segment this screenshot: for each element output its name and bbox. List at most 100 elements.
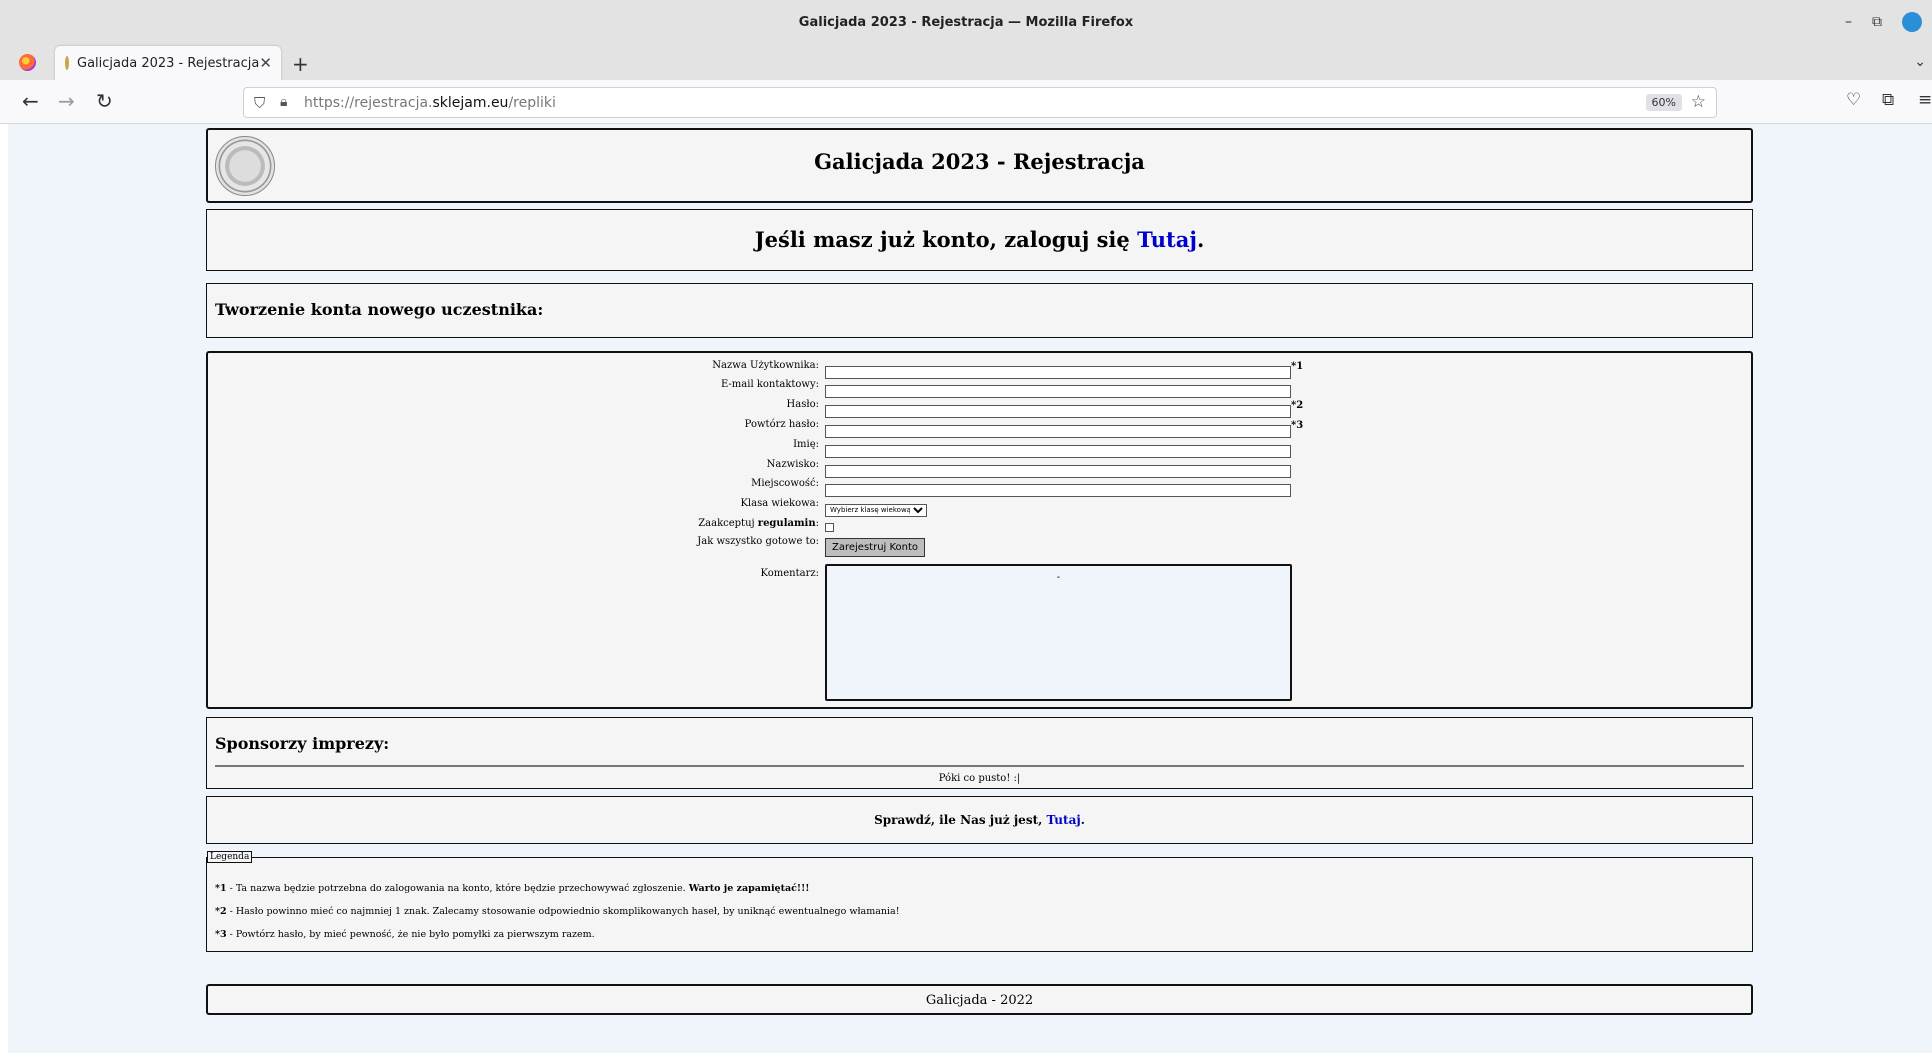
accept-rules-checkbox[interactable] <box>825 523 834 532</box>
header-section: Galicjada 2023 - Rejestracja <box>206 128 1753 203</box>
lastname-row: Nazwisko: <box>208 457 1751 478</box>
navigation-toolbar: ← → ↻ ⛉ 🔒︎ https://rejestracja.sklejam.e… <box>0 80 1932 124</box>
lock-icon[interactable]: 🔒︎ <box>280 94 287 110</box>
url-text[interactable]: https://rejestracja.sklejam.eu/repliki <box>304 95 556 111</box>
accept-rules-suffix: : <box>815 518 819 529</box>
tab-title: Galicjada 2023 - Rejestracja <box>77 55 260 71</box>
forward-arrow-icon[interactable]: → <box>58 90 75 112</box>
participant-count-prompt: Sprawdź, ile Nas już jest, <box>874 813 1047 827</box>
create-account-section: Tworzenie konta nowego uczestnika: <box>206 283 1753 338</box>
participant-count-link[interactable]: Tutaj <box>1046 813 1080 827</box>
legend-item-mark: *1 <box>215 883 227 894</box>
city-input[interactable] <box>825 483 1291 497</box>
url-path: /repliki <box>508 95 556 111</box>
username-label: Nazwa Użytkownika: <box>712 360 819 371</box>
sponsors-section: Sponsorzy imprezy: Póki co pusto! :| <box>206 717 1753 789</box>
window-title: Galicjada 2023 - Rejestracja — Mozilla F… <box>798 15 1134 30</box>
lastname-label: Nazwisko: <box>766 459 819 470</box>
sponsors-title: Sponsorzy imprezy: <box>215 734 390 753</box>
legend-item-mark: *2 <box>215 906 227 917</box>
legend-item: *2 - Hasło powinno mieć co najmniej 1 zn… <box>215 906 900 917</box>
tab-close-icon[interactable]: ✕ <box>259 54 272 72</box>
menu-icon[interactable]: ≡ <box>1918 90 1932 110</box>
login-prompt: Jeśli masz już konto, zaloguj się <box>754 227 1138 252</box>
city-row: Miejscowość: <box>208 476 1751 497</box>
submit-row: Jak wszystko gotowe to: Zarejestruj Kont… <box>208 534 1751 557</box>
username-row: Nazwa Użytkownika: *1 <box>208 358 1751 379</box>
comment-label: Komentarz: <box>760 568 819 579</box>
extensions-icon[interactable]: ⧉ <box>1882 90 1894 110</box>
url-bar[interactable]: ⛉ 🔒︎ https://rejestracja.sklejam.eu/repl… <box>243 87 1717 118</box>
login-suffix: . <box>1196 227 1205 252</box>
age-class-select[interactable]: Wybierz klasę wiekową <box>825 503 927 517</box>
login-section: Jeśli masz już konto, zaloguj się Tutaj. <box>206 209 1753 271</box>
participant-count-text: Sprawdź, ile Nas już jest, Tutaj. <box>207 813 1752 827</box>
password-input[interactable] <box>825 404 1291 418</box>
password-label: Hasło: <box>786 399 819 410</box>
comment-value: - <box>1056 572 1061 583</box>
password-row: Hasło: *2 <box>208 397 1751 418</box>
password-repeat-input[interactable] <box>825 424 1291 438</box>
login-link[interactable]: Tutaj <box>1137 227 1197 252</box>
age-class-row: Klasa wiekowa: Wybierz klasę wiekową <box>208 496 1751 517</box>
back-arrow-icon[interactable]: ← <box>22 90 39 112</box>
legend-item-text: - Hasło powinno mieć co najmniej 1 znak.… <box>226 906 900 917</box>
firefox-view-icon[interactable] <box>19 54 36 71</box>
register-account-button[interactable]: Zarejestruj Konto <box>825 538 926 557</box>
ready-label: Jak wszystko gotowe to: <box>697 536 819 547</box>
legend-title: Legenda <box>207 851 253 863</box>
reload-icon[interactable]: ↻ <box>96 90 113 112</box>
login-text: Jeśli masz już konto, zaloguj się Tutaj. <box>207 227 1752 252</box>
email-input[interactable] <box>825 384 1291 398</box>
legend-item: *3 - Powtórz hasło, by mieć pewność, że … <box>215 929 595 940</box>
chevron-down-icon[interactable]: ⌄ <box>1914 54 1926 70</box>
window-controls: – ⧉ <box>1845 12 1922 32</box>
tab-active[interactable]: Galicjada 2023 - Rejestracja ✕ <box>55 46 281 80</box>
password-repeat-label: Powtórz hasło: <box>744 419 819 430</box>
participant-count-suffix: . <box>1080 813 1085 827</box>
legend-item-text: - Powtórz hasło, by mieć pewność, że nie… <box>226 929 595 940</box>
firstname-row: Imię: <box>208 437 1751 458</box>
accept-rules-prefix: Zaakceptuj <box>698 518 758 529</box>
new-tab-icon[interactable]: + <box>292 52 309 76</box>
legend-item-bold: Warto je zapamiętać!!! <box>688 883 810 894</box>
email-row: E-mail kontaktowy: <box>208 377 1751 398</box>
zoom-level-badge[interactable]: 60% <box>1645 94 1682 111</box>
url-host: sklejam.eu <box>432 95 509 111</box>
username-footnote-mark: *1 <box>1291 361 1304 372</box>
password-repeat-footnote-mark: *3 <box>1291 420 1304 431</box>
city-label: Miejscowość: <box>751 478 819 489</box>
sponsors-divider <box>215 765 1744 767</box>
accept-rules-label: Zaakceptuj regulamin: <box>698 518 819 529</box>
accept-rules-row: Zaakceptuj regulamin: <box>208 516 1751 532</box>
tab-bar: Galicjada 2023 - Rejestracja ✕ + ⌄ <box>0 46 1932 80</box>
legend-section: Legenda *1 - Ta nazwa będzie potrzebna d… <box>206 851 1753 952</box>
firstname-label: Imię: <box>793 439 819 450</box>
bookmark-star-icon[interactable]: ☆ <box>1691 92 1706 112</box>
close-window-icon[interactable] <box>1902 12 1922 32</box>
pocket-icon[interactable]: ♡ <box>1846 90 1861 110</box>
email-label: E-mail kontaktowy: <box>720 379 819 390</box>
shield-icon[interactable]: ⛉ <box>254 94 265 112</box>
page-title: Galicjada 2023 - Rejestracja <box>814 149 1145 174</box>
registration-form: Nazwa Użytkownika: *1 E-mail kontaktowy:… <box>206 351 1753 709</box>
maximize-icon[interactable]: ⧉ <box>1872 14 1882 30</box>
legend-item-text: - Ta nazwa będzie potrzebna do zalogowan… <box>226 883 689 894</box>
age-class-label: Klasa wiekowa: <box>740 498 819 509</box>
legend-item: *1 - Ta nazwa będzie potrzebna do zalogo… <box>215 883 809 894</box>
footer-text: Galicjada - 2022 <box>925 993 1034 1008</box>
window-titlebar: Galicjada 2023 - Rejestracja — Mozilla F… <box>0 0 1932 46</box>
firstname-input[interactable] <box>825 444 1291 458</box>
comment-textarea[interactable]: - <box>825 564 1292 701</box>
password-footnote-mark: *2 <box>1291 400 1304 411</box>
minimize-icon[interactable]: – <box>1845 14 1852 30</box>
sponsors-empty-text: Póki co pusto! :| <box>938 773 1021 784</box>
url-prefix: https://rejestracja. <box>304 95 433 111</box>
rules-link[interactable]: regulamin <box>758 518 816 529</box>
footer-section: Galicjada - 2022 <box>206 984 1753 1015</box>
page-viewport: Galicjada 2023 - Rejestracja Jeśli masz … <box>8 124 1932 1053</box>
password-repeat-row: Powtórz hasło: *3 <box>208 417 1751 438</box>
participant-count-section: Sprawdź, ile Nas już jest, Tutaj. <box>206 796 1753 844</box>
site-favicon-icon <box>65 56 69 70</box>
create-account-title: Tworzenie konta nowego uczestnika: <box>215 300 544 319</box>
